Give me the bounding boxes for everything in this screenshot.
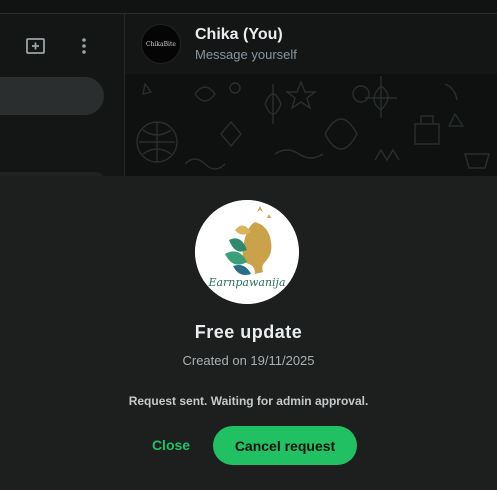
new-chat-icon[interactable]: [24, 34, 48, 58]
chat-subtitle: Message yourself: [195, 47, 297, 62]
chat-list-header: [0, 34, 124, 62]
avatar[interactable]: ChikaBite: [141, 24, 181, 64]
group-logo-text: Earnpawanija: [207, 276, 285, 289]
group-created-date: Created on 19/11/2025: [182, 353, 315, 368]
chat-title: Chika (You): [195, 26, 283, 43]
chat-list-panel: [0, 14, 124, 182]
group-avatar: Earnpawanija: [195, 200, 299, 304]
group-title: Free update: [194, 322, 303, 342]
group-request-dialog: Earnpawanija Free update Created on 19/1…: [0, 176, 497, 490]
chat-header[interactable]: ChikaBite Chika (You) Message yourself: [125, 14, 497, 74]
app-window: ChikaBite Chika (You) Message yourself E…: [0, 0, 497, 490]
cancel-request-button[interactable]: Cancel request: [213, 426, 357, 465]
group-logo-image: Earnpawanija: [195, 200, 299, 304]
avatar-text: ChikaBite: [146, 40, 176, 48]
menu-icon[interactable]: [72, 34, 96, 58]
search-input[interactable]: [0, 77, 104, 115]
request-status-text: Request sent. Waiting for admin approval…: [128, 394, 369, 408]
chat-wallpaper: [125, 74, 497, 176]
close-button[interactable]: Close: [140, 426, 202, 464]
